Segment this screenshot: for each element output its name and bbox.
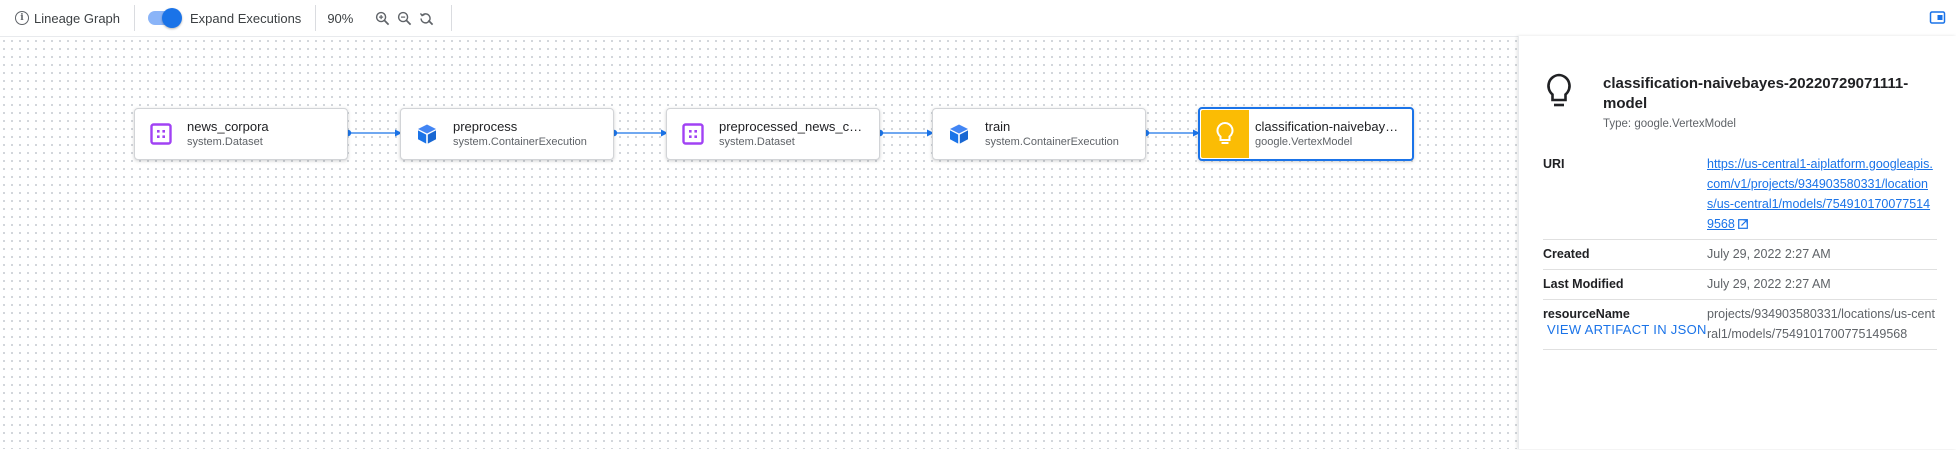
node-preprocessed-news-corpora[interactable]: preprocessed_news_corpora system.Dataset <box>666 108 880 160</box>
property-key: Created <box>1543 247 1590 261</box>
reset-zoom-icon[interactable] <box>415 7 437 29</box>
view-artifact-json-button[interactable]: VIEW ARTIFACT IN JSON <box>1547 322 1707 337</box>
node-title: news_corpora <box>187 119 269 134</box>
edge-3 <box>876 129 934 137</box>
property-key: URI <box>1543 157 1565 171</box>
property-value: projects/934903580331/locations/us-centr… <box>1707 307 1935 341</box>
lineage-edges <box>344 129 1200 137</box>
dataset-icon <box>667 109 719 159</box>
node-type: system.ContainerExecution <box>985 136 1119 148</box>
panel-header: classification-naivebayes-20220729071111… <box>1541 73 1923 130</box>
divider <box>315 5 317 31</box>
node-classification-model[interactable]: classification-naivebayes-20220729071111… <box>1198 107 1414 161</box>
node-title: preprocessed_news_corpora <box>719 119 869 134</box>
artifact-properties: URI https://us-central1-aiplatform.googl… <box>1543 150 1937 350</box>
panel-type: Type: google.VertexModel <box>1603 118 1736 130</box>
divider <box>134 5 136 31</box>
property-key: Last Modified <box>1543 277 1624 291</box>
lineage-graph-text: Lineage Graph <box>34 10 121 26</box>
info-icon[interactable]: i <box>15 11 29 25</box>
edge-2 <box>610 129 668 137</box>
property-value: July 29, 2022 2:27 AM <box>1707 277 1831 291</box>
expand-executions-toggle[interactable] <box>146 8 183 28</box>
zoom-out-icon[interactable] <box>393 7 415 29</box>
artifact-details-panel: classification-naivebayes-20220729071111… <box>1518 36 1956 449</box>
lineage-canvas[interactable]: news_corpora system.Dataset preprocess s… <box>0 36 1518 449</box>
expand-executions-control: Expand Executions <box>146 8 301 28</box>
node-type: system.ContainerExecution <box>453 136 587 148</box>
edge-1 <box>344 129 402 137</box>
node-title: preprocess <box>453 119 518 134</box>
zoom-level: 90% <box>327 10 354 26</box>
zoom-controls <box>371 7 437 29</box>
property-row-uri: URI https://us-central1-aiplatform.googl… <box>1543 150 1937 240</box>
lightbulb-icon <box>1201 110 1249 158</box>
open-in-new-icon[interactable] <box>1737 219 1748 229</box>
zoom-in-icon[interactable] <box>371 7 393 29</box>
node-type: system.Dataset <box>719 136 795 148</box>
cube-icon <box>933 109 985 159</box>
node-train[interactable]: train system.ContainerExecution <box>932 108 1146 160</box>
lightbulb-icon <box>1541 70 1577 110</box>
property-row-last-modified: Last Modified July 29, 2022 2:27 AM <box>1543 270 1937 300</box>
toolbar: i Lineage Graph Expand Executions 90% <box>0 0 1956 36</box>
dataset-icon <box>135 109 187 159</box>
edge-4 <box>1142 129 1200 137</box>
node-preprocess[interactable]: preprocess system.ContainerExecution <box>400 108 614 160</box>
node-title: train <box>985 119 1011 134</box>
node-title: classification-naivebayes-20220729071111… <box>1255 119 1402 134</box>
cube-icon <box>401 109 453 159</box>
node-type: google.VertexModel <box>1255 136 1353 148</box>
property-row-created: Created July 29, 2022 2:27 AM <box>1543 240 1937 270</box>
side-panel-toggle-icon[interactable] <box>1929 9 1946 26</box>
property-value: July 29, 2022 2:27 AM <box>1707 247 1831 261</box>
node-news-corpora[interactable]: news_corpora system.Dataset <box>134 108 348 160</box>
panel-title: classification-naivebayes-20220729071111… <box>1603 75 1909 112</box>
expand-executions-label: Expand Executions <box>190 10 302 26</box>
node-type: system.Dataset <box>187 136 263 148</box>
lineage-graph-label[interactable]: i Lineage Graph <box>15 11 120 26</box>
divider <box>451 5 453 31</box>
